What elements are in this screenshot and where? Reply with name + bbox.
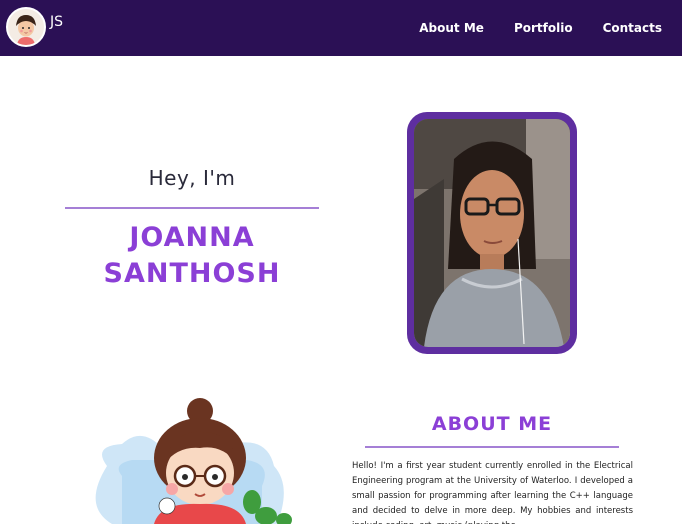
avatar-illustration <box>52 356 328 524</box>
about-divider <box>365 446 619 448</box>
logo-avatar-icon[interactable] <box>6 7 46 47</box>
hero-name-line2: SANTHOSH <box>103 258 281 289</box>
nav-links: About Me Portfolio Contacts <box>419 0 662 56</box>
hero-divider <box>65 207 319 209</box>
nav-portfolio-link[interactable]: Portfolio <box>514 21 573 35</box>
hero-name-line1: JOANNA <box>129 222 255 253</box>
nav-about-me-link[interactable]: About Me <box>419 21 484 35</box>
profile-photo-frame <box>407 112 577 354</box>
greeting-text: Hey, I'm <box>148 166 236 190</box>
hero-name: JOANNA SANTHOSH <box>65 220 319 292</box>
about-me-heading: ABOUT ME <box>431 413 553 435</box>
nav-contacts-link[interactable]: Contacts <box>603 21 662 35</box>
navbar: JS About Me Portfolio Contacts <box>0 0 682 56</box>
profile-photo <box>414 119 570 347</box>
logo-text: JS <box>50 14 64 30</box>
about-me-text: Hello! I'm a first year student currentl… <box>352 461 633 524</box>
